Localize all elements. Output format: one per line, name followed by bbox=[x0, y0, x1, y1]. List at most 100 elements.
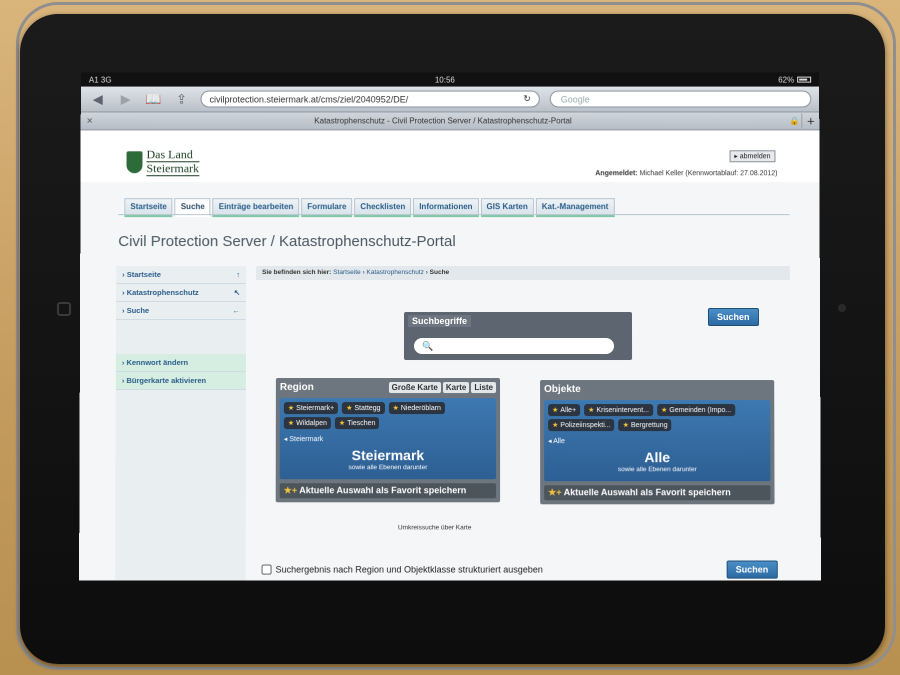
logout-button[interactable]: ▸ abmelden bbox=[729, 150, 776, 163]
back-icon[interactable]: ◀ bbox=[89, 91, 107, 107]
favorite-icon: ★+ bbox=[548, 487, 562, 498]
sidebar-item-startseite[interactable]: › Startseite ↑ bbox=[116, 266, 247, 285]
sidebar-item-label: Startseite bbox=[126, 270, 161, 280]
nav-divider bbox=[118, 214, 790, 216]
objects-panel: Objekte ★ Alle+ ★ Krisenintervent... ★ Geme… bbox=[540, 380, 775, 505]
chip-label: Polizeiinspekti... bbox=[560, 422, 611, 430]
chip-label: Gemeinden (Impo... bbox=[669, 407, 732, 415]
reload-icon[interactable]: ↻ bbox=[523, 94, 531, 105]
search-button-bottom[interactable]: Suchen bbox=[726, 560, 778, 579]
star-icon: ★ bbox=[287, 420, 295, 428]
sidebar-action-password[interactable]: › Kennwort ändern bbox=[115, 354, 246, 373]
sidebar-item-suche[interactable]: › Suche ← bbox=[116, 302, 247, 321]
objects-back[interactable]: ◂ Alle bbox=[548, 437, 766, 445]
region-chip[interactable]: ★ Tieschen bbox=[334, 417, 380, 430]
star-icon: ★ bbox=[287, 405, 295, 413]
url-bar[interactable]: civilprotection.steiermark.at/cms/ziel/2… bbox=[200, 90, 540, 108]
chip-label: Krisenintervent... bbox=[596, 407, 650, 415]
ipad-screen: A1 3G 10:56 62% ◀ ▶ 📖 ⇪ civilprotection.… bbox=[79, 72, 821, 581]
objects-selector: ★ Alle+ ★ Krisenintervent... ★ Gemeinden (I… bbox=[544, 400, 771, 482]
arrow-up-icon: ↑ bbox=[236, 270, 241, 280]
logo[interactable]: Das Land Steiermark bbox=[126, 147, 200, 177]
home-button[interactable] bbox=[57, 302, 71, 316]
favorite-icon: ★+ bbox=[283, 485, 298, 496]
sidebar-item-katastrophenschutz[interactable]: › Katastrophenschutz ↖ bbox=[116, 284, 247, 303]
structured-output-checkbox[interactable] bbox=[261, 564, 272, 575]
objects-back-label: Alle bbox=[553, 438, 565, 446]
object-chip[interactable]: ★ Krisenintervent... bbox=[584, 404, 654, 417]
object-chip[interactable]: ★ Bergrettung bbox=[618, 419, 672, 432]
region-selector: ★ Steiermark+ ★ Stattegg ★ Niederöblarn ★ Wi… bbox=[279, 398, 497, 480]
camera-icon bbox=[838, 304, 846, 312]
chip-label: Bergrettung bbox=[630, 422, 668, 430]
status-bar: A1 3G 10:56 62% bbox=[80, 72, 820, 87]
breadcrumb-katastrophenschutz[interactable]: Katastrophenschutz bbox=[366, 269, 423, 276]
star-icon: ★ bbox=[661, 407, 668, 415]
chip-label: Wildalpen bbox=[296, 420, 327, 428]
region-chip[interactable]: ★ Steiermark+ bbox=[283, 402, 339, 415]
region-favorite-button[interactable]: ★+ Aktuelle Auswahl als Favorit speicher… bbox=[279, 483, 497, 499]
large-map-button[interactable]: Große Karte bbox=[388, 381, 441, 393]
breadcrumb-prefix: Sie befinden sich hier: bbox=[262, 269, 332, 277]
region-view-buttons: Große Karte Karte Liste bbox=[388, 381, 497, 393]
objects-selected: Alle bbox=[644, 449, 671, 466]
region-title: Region bbox=[279, 381, 314, 393]
radius-search-link[interactable]: Umkreissuche über Karte bbox=[398, 524, 471, 531]
search-terms-box: Suchbegriffe 🔍 bbox=[403, 312, 633, 361]
breadcrumb-current: Suche bbox=[429, 269, 450, 277]
star-icon: ★ bbox=[346, 405, 353, 413]
logo-line2: Steiermark bbox=[146, 161, 200, 177]
tab-title[interactable]: Katastrophenschutz - Civil Protection Se… bbox=[99, 116, 788, 125]
crest-icon bbox=[126, 151, 143, 174]
sidebar-action-buergerkarte[interactable]: › Bürgerkarte aktivieren bbox=[115, 372, 246, 391]
star-icon: ★ bbox=[552, 407, 559, 415]
region-chip[interactable]: ★ Wildalpen bbox=[283, 417, 331, 430]
list-button[interactable]: Liste bbox=[471, 381, 497, 393]
favorite-label: Aktuelle Auswahl als Favorit speichern bbox=[299, 485, 467, 496]
objects-favorite-button[interactable]: ★+ Aktuelle Auswahl als Favorit speicher… bbox=[544, 485, 771, 501]
region-chip[interactable]: ★ Stattegg bbox=[342, 402, 385, 415]
chip-label: Tieschen bbox=[347, 420, 376, 428]
region-back-label: Steiermark bbox=[289, 436, 324, 444]
carrier: A1 bbox=[88, 75, 99, 85]
search-input[interactable]: 🔍 bbox=[413, 338, 615, 355]
star-icon: ★ bbox=[552, 422, 559, 430]
search-bar[interactable]: Google bbox=[549, 90, 812, 108]
breadcrumb-startseite[interactable]: Startseite bbox=[333, 269, 360, 276]
region-header: Region Große Karte Karte Liste bbox=[276, 378, 500, 396]
network: 3G bbox=[100, 75, 112, 85]
object-chip[interactable]: ★ Alle+ bbox=[548, 404, 581, 417]
chip-label: Niederöblarn bbox=[400, 405, 441, 413]
lock-icon: 🔒 bbox=[789, 116, 800, 126]
search-button-top[interactable]: Suchen bbox=[707, 308, 759, 326]
chip-label: Alle+ bbox=[560, 407, 577, 415]
object-chip[interactable]: ★ Polizeiinspekti... bbox=[548, 419, 615, 432]
objects-selected-sub: sowie alle Ebenen darunter bbox=[617, 466, 697, 474]
region-chip[interactable]: ★ Niederöblarn bbox=[388, 402, 445, 415]
object-chip[interactable]: ★ Gemeinden (Impo... bbox=[657, 404, 736, 417]
region-selected: Steiermark bbox=[351, 447, 425, 464]
forward-icon[interactable]: ▶ bbox=[117, 91, 135, 107]
logout-label: abmelden bbox=[739, 153, 771, 161]
map-button[interactable]: Karte bbox=[442, 381, 470, 393]
search-icon: 🔍 bbox=[421, 341, 434, 352]
sidebar-item-label: Suche bbox=[126, 306, 150, 316]
browser-toolbar: ◀ ▶ 📖 ⇪ civilprotection.steiermark.at/cm… bbox=[80, 86, 820, 113]
close-tab-icon[interactable]: ✕ bbox=[81, 116, 99, 125]
new-tab-icon[interactable]: + bbox=[801, 113, 820, 129]
share-icon[interactable]: ⇪ bbox=[173, 91, 191, 107]
structured-output-option[interactable]: Suchergebnis nach Region und Objektklass… bbox=[261, 564, 543, 575]
sidebar-item-label: Katastrophenschutz bbox=[126, 288, 199, 298]
battery-level: 62% bbox=[778, 75, 795, 85]
bookmarks-icon[interactable]: 📖 bbox=[145, 91, 163, 107]
logo-line1: Das Land bbox=[146, 147, 200, 163]
star-icon: ★ bbox=[588, 407, 595, 415]
region-back[interactable]: ◂ Steiermark bbox=[284, 435, 492, 443]
region-selected-sub: sowie alle Ebenen darunter bbox=[348, 464, 428, 472]
chip-label: Stattegg bbox=[354, 405, 381, 413]
breadcrumb: Sie befinden sich hier: Startseite › Kat… bbox=[256, 266, 790, 281]
clock: 10:56 bbox=[434, 75, 455, 85]
objects-header: Objekte bbox=[540, 380, 774, 398]
region-panel: Region Große Karte Karte Liste ★ Steierma… bbox=[275, 378, 501, 503]
